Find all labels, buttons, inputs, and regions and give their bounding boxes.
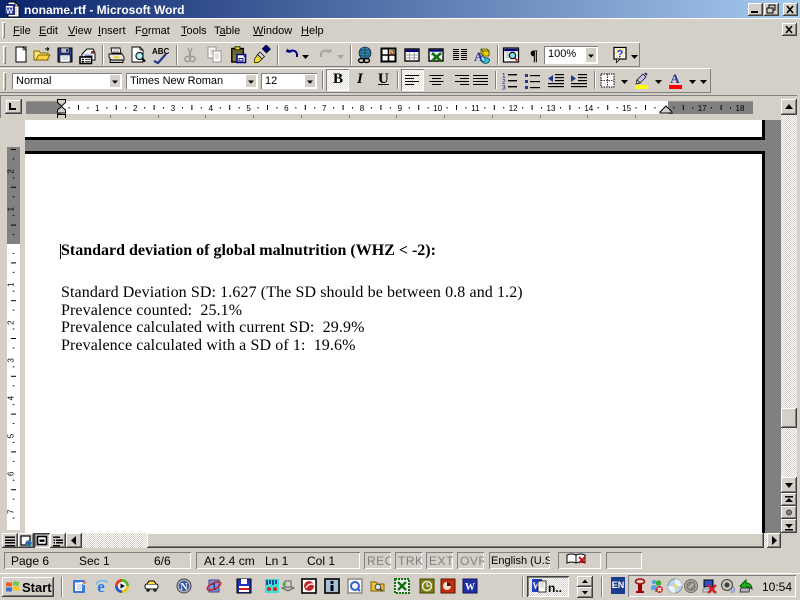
svg-text:W: W: [6, 7, 14, 16]
svg-text:5: 5: [7, 433, 16, 438]
svg-text:6: 6: [7, 471, 16, 476]
svg-text:17: 17: [698, 104, 707, 113]
svg-text:W: W: [465, 582, 475, 593]
svg-text:2: 2: [7, 320, 16, 325]
svg-text:4: 4: [7, 395, 16, 400]
svg-text:¶: ¶: [530, 48, 538, 64]
svg-text:10: 10: [433, 104, 442, 113]
svg-text:14: 14: [584, 104, 593, 113]
svg-text:7: 7: [322, 104, 327, 113]
svg-text:7: 7: [7, 509, 16, 514]
svg-text:5: 5: [246, 104, 251, 113]
svg-text:1: 1: [7, 282, 16, 287]
svg-text:2: 2: [7, 169, 16, 174]
svg-text:9: 9: [398, 104, 403, 113]
svg-text:3: 3: [7, 358, 16, 363]
svg-text:8: 8: [360, 104, 365, 113]
svg-text:N: N: [180, 582, 188, 593]
svg-text:4: 4: [209, 104, 214, 113]
svg-text:13: 13: [547, 104, 556, 113]
svg-text:18: 18: [736, 104, 745, 113]
svg-text:2: 2: [133, 104, 138, 113]
svg-text:3: 3: [171, 104, 176, 113]
svg-text:6: 6: [284, 104, 289, 113]
svg-text:1: 1: [95, 104, 100, 113]
svg-text:12: 12: [509, 104, 518, 113]
svg-text:ABC: ABC: [152, 47, 170, 56]
svg-text:11: 11: [471, 104, 480, 113]
svg-text:?: ?: [617, 49, 624, 61]
svg-text:1: 1: [7, 206, 15, 211]
svg-text:A: A: [670, 71, 680, 86]
svg-text:15: 15: [622, 104, 631, 113]
svg-text:3: 3: [502, 85, 506, 91]
